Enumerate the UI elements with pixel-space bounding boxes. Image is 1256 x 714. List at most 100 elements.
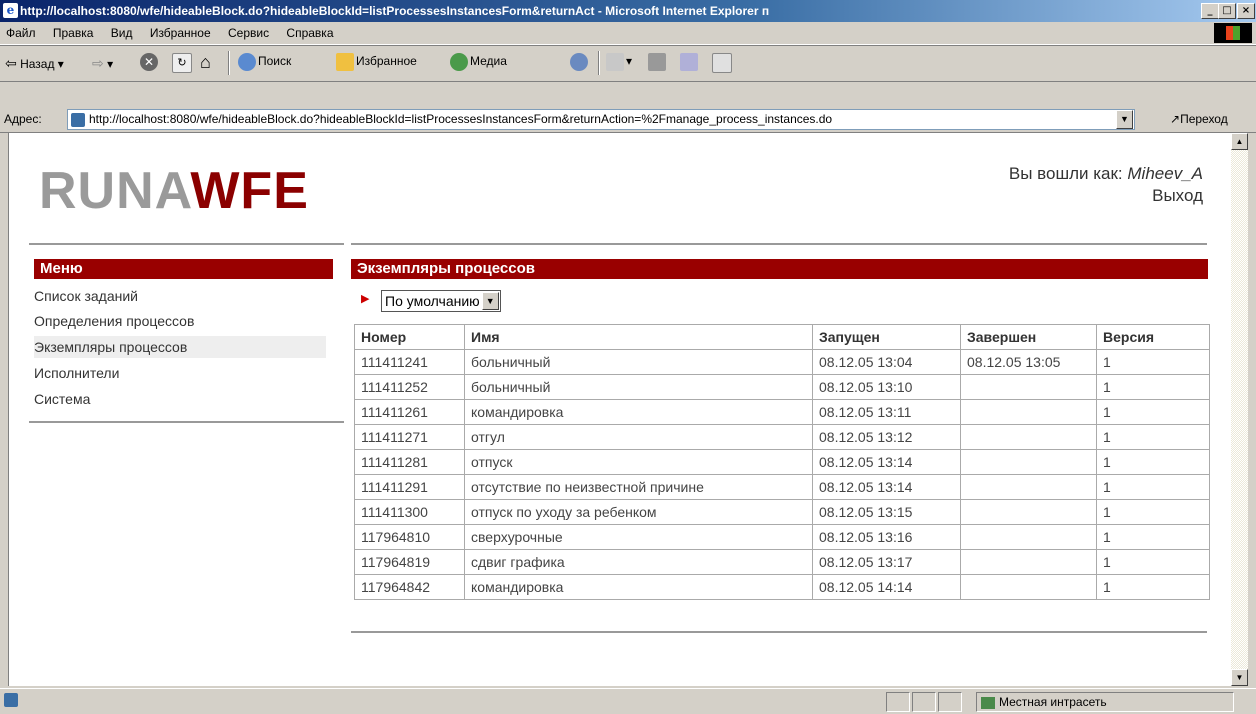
menu-item-tasks[interactable]: Список заданий: [34, 285, 326, 307]
stop-button[interactable]: ✕: [140, 53, 160, 71]
cell-version: 1: [1096, 574, 1210, 600]
menu-favorites[interactable]: Избранное: [150, 26, 211, 40]
menu-item-process-instances[interactable]: Экземпляры процессов: [34, 336, 326, 358]
address-url: http://localhost:8080/wfe/hideableBlock.…: [89, 112, 833, 126]
cell-started: 08.12.05 13:14: [812, 474, 961, 500]
close-button[interactable]: ×: [1237, 3, 1255, 19]
user-info: Вы вошли как: Miheev_A Выход: [1009, 163, 1203, 207]
chevron-down-icon[interactable]: ▼: [481, 292, 499, 310]
windows-logo-icon: [1214, 23, 1252, 43]
table-row[interactable]: 111411241 больничный 08.12.05 13:04 08.12.0…: [354, 349, 1210, 375]
cell-version: 1: [1096, 549, 1210, 575]
security-zone: Местная интрасеть: [976, 692, 1234, 712]
cell-name[interactable]: отгул: [464, 424, 813, 450]
scroll-down-button[interactable]: ▼: [1231, 669, 1248, 686]
menu-item-executors[interactable]: Исполнители: [34, 362, 326, 384]
cell-name[interactable]: больничный: [464, 349, 813, 375]
media-label: Медиа: [470, 54, 507, 69]
cell-name[interactable]: отсутствие по неизвестной причине: [464, 474, 813, 500]
vertical-scrollbar[interactable]: ▲ ▼: [1231, 133, 1248, 686]
table-row[interactable]: 111411252 больничный 08.12.05 13:10 1: [354, 374, 1210, 400]
column-header-finished[interactable]: Завершен: [960, 324, 1097, 350]
menu-edit[interactable]: Правка: [53, 26, 94, 40]
filter-select[interactable]: По умолчанию ▼: [381, 290, 501, 312]
address-dropdown-button[interactable]: ▼: [1116, 110, 1133, 129]
cell-name[interactable]: больничный: [464, 374, 813, 400]
refresh-button[interactable]: ↻: [172, 53, 194, 73]
cell-name[interactable]: командировка: [464, 574, 813, 600]
mail-button[interactable]: ▾: [606, 53, 632, 71]
maximize-button[interactable]: □: [1218, 3, 1236, 19]
cell-started: 08.12.05 13:11: [812, 399, 961, 425]
cell-started: 08.12.05 13:14: [812, 449, 961, 475]
cell-number: 117964810: [354, 524, 465, 550]
table-header-row: Номер Имя Запущен Завершен Версия: [354, 324, 1210, 350]
cell-name[interactable]: сверхурочные: [464, 524, 813, 550]
menu-view[interactable]: Вид: [111, 26, 133, 40]
minimize-button[interactable]: _: [1201, 3, 1219, 19]
cell-name[interactable]: отпуск: [464, 449, 813, 475]
window-title-bar[interactable]: e http://localhost:8080/wfe/hideableBloc…: [0, 0, 1256, 22]
home-button[interactable]: ⌂: [200, 52, 211, 73]
favorites-label: Избранное: [356, 54, 417, 69]
discuss-button[interactable]: [712, 53, 734, 73]
ie-logo-icon: e: [3, 3, 18, 18]
column-header-started[interactable]: Запущен: [812, 324, 961, 350]
column-header-version[interactable]: Версия: [1096, 324, 1210, 350]
cell-name[interactable]: отпуск по уходу за ребенком: [464, 499, 813, 525]
back-button[interactable]: ⇦ Назад ▾: [5, 55, 64, 72]
logged-in-label: Вы вошли как:: [1008, 164, 1123, 183]
forward-button[interactable]: ⇨ ▾: [92, 55, 113, 72]
go-label: Переход: [1180, 112, 1228, 126]
cell-number: 111411241: [354, 349, 465, 375]
address-input[interactable]: http://localhost:8080/wfe/hideableBlock.…: [67, 109, 1135, 130]
table-row[interactable]: 111411281 отпуск 08.12.05 13:14 1: [354, 449, 1210, 475]
scroll-up-button[interactable]: ▲: [1231, 133, 1248, 150]
cell-finished: [960, 499, 1097, 525]
media-button[interactable]: Медиа: [450, 53, 507, 71]
divider: [29, 421, 344, 423]
window-title: http://localhost:8080/wfe/hideableBlock.…: [20, 4, 770, 18]
cell-name[interactable]: сдвиг графика: [464, 549, 813, 575]
cell-finished: [960, 474, 1097, 500]
cell-name[interactable]: командировка: [464, 399, 813, 425]
mail-icon: [606, 53, 624, 71]
table-row[interactable]: 111411300 отпуск по уходу за ребенком 08.1…: [354, 499, 1210, 525]
menu-item-process-definitions[interactable]: Определения процессов: [34, 310, 326, 332]
status-cell: [886, 692, 910, 712]
username: Miheev_A: [1127, 164, 1203, 183]
cell-number: 111411281: [354, 449, 465, 475]
table-row[interactable]: 117964842 командировка 08.12.05 14:14 1: [354, 574, 1210, 600]
logout-link[interactable]: Выход: [1152, 186, 1203, 205]
column-header-name[interactable]: Имя: [464, 324, 813, 350]
intranet-icon: [981, 696, 995, 709]
menu-tools[interactable]: Сервис: [228, 26, 269, 40]
table-row[interactable]: 117964819 сдвиг графика 08.12.05 13:17 1: [354, 549, 1210, 575]
table-row[interactable]: 111411261 командировка 08.12.05 13:11 1: [354, 399, 1210, 425]
page-content: RUNAWFE Вы вошли как: Miheev_A Выход Мен…: [8, 133, 1231, 686]
print-icon: [648, 53, 666, 71]
history-button[interactable]: [570, 53, 590, 71]
menu-item-system[interactable]: Система: [34, 388, 326, 410]
menu-header: Меню: [34, 259, 333, 279]
refresh-icon: ↻: [172, 53, 192, 73]
menu-help[interactable]: Справка: [286, 26, 333, 40]
cell-finished: [960, 374, 1097, 400]
column-header-number[interactable]: Номер: [354, 324, 465, 350]
print-button[interactable]: [648, 53, 668, 71]
menu-file[interactable]: Файл: [6, 26, 36, 40]
status-cell: [938, 692, 962, 712]
edit-icon: [680, 53, 698, 71]
cell-version: 1: [1096, 349, 1210, 375]
go-button[interactable]: ↗Переход: [1170, 112, 1228, 126]
status-cell: [912, 692, 936, 712]
table-row[interactable]: 111411291 отсутствие по неизвестной причи…: [354, 474, 1210, 500]
edit-button[interactable]: [680, 53, 700, 71]
search-button[interactable]: Поиск: [238, 53, 291, 71]
table-row[interactable]: 117964810 сверхурочные 08.12.05 13:16 1: [354, 524, 1210, 550]
cell-version: 1: [1096, 399, 1210, 425]
toolbar: ⇦ Назад ▾ ⇨ ▾ ✕ ↻ ⌂ Поиск Избранное Меди…: [0, 45, 1256, 82]
table-row[interactable]: 111411271 отгул 08.12.05 13:12 1: [354, 424, 1210, 450]
favorites-button[interactable]: Избранное: [336, 53, 417, 71]
search-icon: [238, 53, 256, 71]
